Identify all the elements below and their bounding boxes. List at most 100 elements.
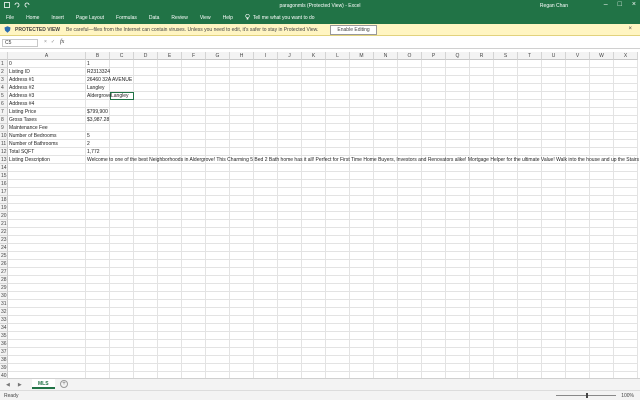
user-name[interactable]: Regan Chan [540, 3, 568, 9]
row-header[interactable]: 22 [0, 228, 8, 236]
cell-a1[interactable]: 0 [8, 60, 12, 68]
row-header[interactable]: 14 [0, 164, 8, 172]
row-header[interactable]: 17 [0, 188, 8, 196]
cell-b12[interactable]: 1,772 [86, 148, 100, 156]
row-header[interactable]: 15 [0, 172, 8, 180]
row-header[interactable]: 4 [0, 84, 8, 92]
next-sheet-icon[interactable]: ▶ [18, 382, 22, 388]
tab-review[interactable]: Review [171, 15, 187, 21]
column-header-j[interactable]: J [278, 52, 302, 60]
cell-a4[interactable]: Address #2 [8, 84, 34, 92]
cell-a8[interactable]: Gross Taxes [8, 116, 37, 124]
zoom-level[interactable]: 100% [621, 393, 634, 399]
column-header-f[interactable]: F [182, 52, 206, 60]
column-header-q[interactable]: Q [446, 52, 470, 60]
row-header[interactable]: 29 [0, 284, 8, 292]
tab-home[interactable]: Home [26, 15, 39, 21]
cell-b8[interactable]: $3,987.28 [86, 116, 109, 124]
row-header[interactable]: 28 [0, 276, 8, 284]
row-header[interactable]: 2 [0, 68, 8, 76]
column-header-i[interactable]: I [254, 52, 278, 60]
cell-b7[interactable]: $799,900 [86, 108, 108, 116]
tab-insert[interactable]: Insert [51, 15, 64, 21]
worksheet-grid[interactable]: A B C D E F G H I J K L M N O P Q R S T U V W X 1 0 1 2 Listing ID R2… [0, 52, 640, 378]
row-header[interactable]: 37 [0, 348, 8, 356]
column-header-w[interactable]: W [590, 52, 614, 60]
name-box[interactable]: C5 [2, 39, 38, 47]
row-header[interactable]: 21 [0, 220, 8, 228]
cell-b9[interactable] [86, 124, 87, 132]
cell-a10[interactable]: Number of Bedrooms [8, 132, 57, 140]
cell-c5[interactable]: Langley [110, 92, 129, 100]
row-header[interactable]: 19 [0, 204, 8, 212]
column-header-p[interactable]: P [422, 52, 446, 60]
column-header-d[interactable]: D [134, 52, 158, 60]
row-header[interactable]: 20 [0, 212, 8, 220]
tab-file[interactable]: File [6, 15, 14, 21]
cell-b11[interactable]: 2 [86, 140, 90, 148]
column-header-k[interactable]: K [302, 52, 326, 60]
sheet-tab-mls[interactable]: MLS [32, 379, 55, 389]
enable-editing-button[interactable]: Enable Editing [330, 24, 377, 35]
row-header[interactable]: 1 [0, 60, 8, 68]
column-header-r[interactable]: R [470, 52, 494, 60]
column-header-b[interactable]: B [86, 52, 110, 60]
column-header-a[interactable]: A [8, 52, 86, 60]
column-header-m[interactable]: M [350, 52, 374, 60]
cell-b4[interactable]: Langley [86, 84, 105, 92]
row-header[interactable]: 8 [0, 116, 8, 124]
row-header[interactable]: 34 [0, 324, 8, 332]
close-icon[interactable]: × [628, 26, 632, 32]
close-window-icon[interactable]: × [632, 1, 636, 8]
cell-a6[interactable]: Address #4 [8, 100, 34, 108]
column-header-n[interactable]: N [374, 52, 398, 60]
tab-view[interactable]: View [200, 15, 211, 21]
row-header[interactable]: 39 [0, 364, 8, 372]
cell-a12[interactable]: Total SQFT [8, 148, 34, 156]
zoom-slider-knob[interactable] [586, 393, 588, 398]
tab-data[interactable]: Data [149, 15, 160, 21]
column-header-c[interactable]: C [110, 52, 134, 60]
cell-b2[interactable]: R2313324 [86, 68, 110, 76]
maximize-icon[interactable]: □ [618, 1, 622, 8]
minimize-icon[interactable]: – [604, 1, 608, 8]
column-header-h[interactable]: H [230, 52, 254, 60]
cell-b13[interactable]: Welcome to one of the best Neighborhoods… [86, 156, 640, 164]
row-header[interactable]: 11 [0, 140, 8, 148]
row-header[interactable]: 25 [0, 252, 8, 260]
row-header[interactable]: 12 [0, 148, 8, 156]
tab-page-layout[interactable]: Page Layout [76, 15, 104, 21]
row-header[interactable]: 18 [0, 196, 8, 204]
row-header[interactable]: 35 [0, 332, 8, 340]
row-header[interactable]: 9 [0, 124, 8, 132]
select-all-corner[interactable] [0, 52, 8, 60]
row-header[interactable]: 27 [0, 268, 8, 276]
column-header-g[interactable]: G [206, 52, 230, 60]
row-header[interactable]: 36 [0, 340, 8, 348]
cell-b1[interactable]: 1 [86, 60, 90, 68]
row-header[interactable]: 30 [0, 292, 8, 300]
row-header[interactable]: 38 [0, 356, 8, 364]
cell-b6[interactable] [86, 100, 87, 108]
prev-sheet-icon[interactable]: ◀ [6, 382, 10, 388]
cell-a9[interactable]: Maintenance Fee [8, 124, 48, 132]
fx-icon[interactable]: fx [60, 39, 64, 45]
column-header-x[interactable]: X [614, 52, 638, 60]
row-header[interactable]: 3 [0, 76, 8, 84]
row-header[interactable]: 26 [0, 260, 8, 268]
column-header-o[interactable]: O [398, 52, 422, 60]
column-header-s[interactable]: S [494, 52, 518, 60]
row-header[interactable]: 6 [0, 100, 8, 108]
column-header-e[interactable]: E [158, 52, 182, 60]
row-header[interactable]: 31 [0, 300, 8, 308]
row-header[interactable]: 16 [0, 180, 8, 188]
row-header[interactable]: 5 [0, 92, 8, 100]
cell-a11[interactable]: Number of Bathrooms [8, 140, 58, 148]
row-header[interactable]: 23 [0, 236, 8, 244]
row-header[interactable]: 33 [0, 316, 8, 324]
add-sheet-icon[interactable]: + [60, 380, 68, 388]
tab-formulas[interactable]: Formulas [116, 15, 137, 21]
confirm-icon[interactable]: ✓ [51, 39, 55, 45]
cell-a13[interactable]: Listing Description [8, 156, 50, 164]
column-header-l[interactable]: L [326, 52, 350, 60]
